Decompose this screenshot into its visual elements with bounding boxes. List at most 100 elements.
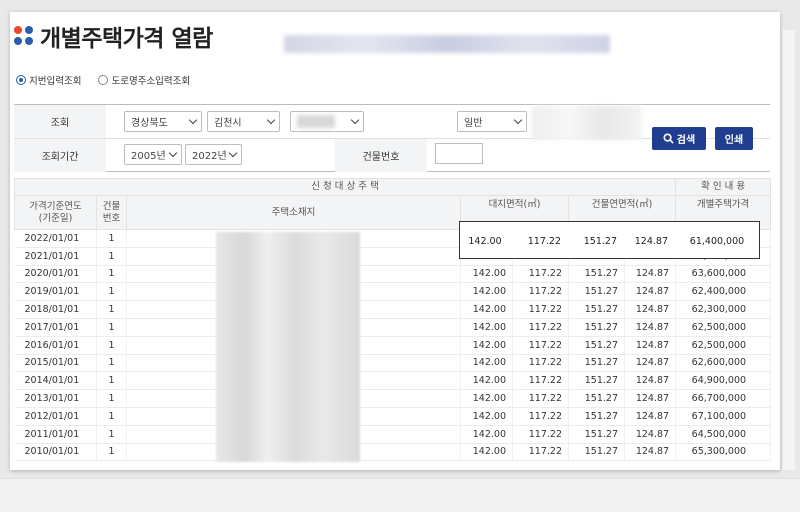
redacted-district [297,115,335,128]
year-to-select[interactable]: 2022년 [185,144,242,165]
cell-land-share: 117.22 [512,443,569,462]
col-address: 주택소재지 [126,195,461,230]
table-row: 2018/01/01 1 142.00 117.22 151.27 124.87 62,30… [14,300,772,319]
cell-building-no: 1 [96,336,127,355]
chevron-down-icon [168,148,178,158]
cell-price: 62,400,000 [675,282,772,302]
cell-land-area: 142.00 [460,265,513,284]
cell-building-area: 151.27 [568,407,625,426]
highlight-land-area: 142.00 [468,235,502,247]
cell-building-area: 151.27 [568,443,625,462]
chevron-down-icon [350,115,360,125]
cell-building-no: 1 [96,389,127,408]
table-row: 2010/01/01 1 142.00 117.22 151.27 124.87 65,30… [14,443,772,462]
radio-checked-icon [16,75,26,85]
cell-land-share: 117.22 [512,354,569,373]
cell-building-area: 151.27 [568,425,625,444]
page-title: 개별주택가격 열람 [40,26,213,52]
bottom-strip [0,478,800,512]
cell-building-share: 124.87 [624,318,677,337]
cell-building-share: 124.87 [624,425,677,444]
cell-land-area: 142.00 [460,336,513,355]
chevron-down-icon [228,148,238,158]
cell-price: 62,500,000 [675,318,772,337]
cell-price: 62,500,000 [675,336,772,355]
cell-building-no: 1 [96,318,127,337]
cell-price: 64,900,000 [675,371,772,391]
city-select[interactable]: 김천시 [207,111,280,132]
radio-road-address[interactable]: 도로명주소입력조회 [98,73,190,87]
cell-date: 2021/01/01 [14,247,97,266]
cell-land-area: 142.00 [460,389,513,408]
cell-building-area: 151.27 [568,300,625,319]
cell-building-no: 1 [96,229,127,248]
building-number-label: 건물번호 [335,139,427,172]
highlight-building-share: 124.87 [634,235,668,247]
land-type-select[interactable]: 일반 [457,111,527,132]
cell-building-area: 151.27 [568,265,625,284]
cell-land-share: 117.22 [512,336,569,355]
cell-land-share: 117.22 [512,318,569,337]
print-button[interactable]: 인쇄 [715,127,753,150]
cell-land-area: 142.00 [460,300,513,319]
cell-price: 63,600,000 [675,265,772,284]
cell-building-share: 124.87 [624,443,677,462]
cell-building-share: 124.87 [624,300,677,319]
cell-building-share: 124.87 [624,265,677,284]
cell-building-area: 151.27 [568,282,625,302]
cell-building-no: 1 [96,265,127,284]
cell-date: 2012/01/01 [14,407,97,426]
year-from-select[interactable]: 2005년 [124,144,182,165]
cell-land-share: 117.22 [512,265,569,284]
cell-date: 2016/01/01 [14,336,97,355]
cell-building-no: 1 [96,371,127,391]
cell-building-area: 151.27 [568,336,625,355]
table-row: 2015/01/01 1 142.00 117.22 151.27 124.87 62,60… [14,354,772,373]
table-row: 2012/01/01 1 142.00 117.22 151.27 124.87 67,10… [14,407,772,426]
cell-building-no: 1 [96,443,127,462]
table-row: 2011/01/01 1 142.00 117.22 151.27 124.87 64,50… [14,425,772,444]
cell-land-share: 117.22 [512,407,569,426]
cell-building-share: 124.87 [624,354,677,373]
logo-icon [14,26,34,46]
search-mode-radios: 지번입력조회 도로명주소입력조회 [16,73,204,88]
district-select[interactable] [290,111,364,132]
query-label: 조회 [14,105,106,138]
period-label: 조회기간 [14,139,106,172]
cell-price: 64,500,000 [675,425,772,444]
cell-building-no: 1 [96,407,127,426]
group-header-result: 확 인 내 용 [675,178,772,196]
cell-date: 2014/01/01 [14,371,97,391]
radio-unchecked-icon [98,75,109,85]
redacted-lot-number [532,106,642,140]
cell-building-no: 1 [96,425,127,444]
cell-date: 2015/01/01 [14,354,97,373]
col-date: 가격기준연도 (기준일) [14,195,97,230]
building-number-input[interactable] [435,143,483,164]
scrollbar[interactable] [781,30,795,470]
table-row: 2013/01/01 1 142.00 117.22 151.27 124.87 66,70… [14,389,772,408]
cell-land-area: 142.00 [460,354,513,373]
cell-land-share: 117.22 [512,389,569,408]
cell-price: 66,700,000 [675,389,772,408]
cell-date: 2019/01/01 [14,282,97,302]
cell-date: 2013/01/01 [14,389,97,408]
cell-date: 2017/01/01 [14,318,97,337]
cell-building-no: 1 [96,282,127,302]
cell-building-share: 124.87 [624,282,677,302]
table-row: 2016/01/01 1 142.00 117.22 151.27 124.87 62,50… [14,336,772,355]
search-button[interactable]: 검색 [652,127,706,150]
cell-land-area: 142.00 [460,443,513,462]
cell-land-area: 142.00 [460,407,513,426]
group-header-target: 신 청 대 상 주 택 [13,178,677,196]
cell-price: 65,300,000 [675,443,772,462]
cell-date: 2010/01/01 [14,443,97,462]
cell-building-area: 151.27 [568,318,625,337]
chevron-down-icon [188,115,198,125]
table-row: 2017/01/01 1 142.00 117.22 151.27 124.87 62,50… [14,318,772,337]
cell-building-area: 151.27 [568,389,625,408]
province-select[interactable]: 경상북도 [124,111,202,132]
cell-date: 2011/01/01 [14,425,97,444]
cell-building-share: 124.87 [624,336,677,355]
radio-lot-number[interactable]: 지번입력조회 [16,73,81,87]
